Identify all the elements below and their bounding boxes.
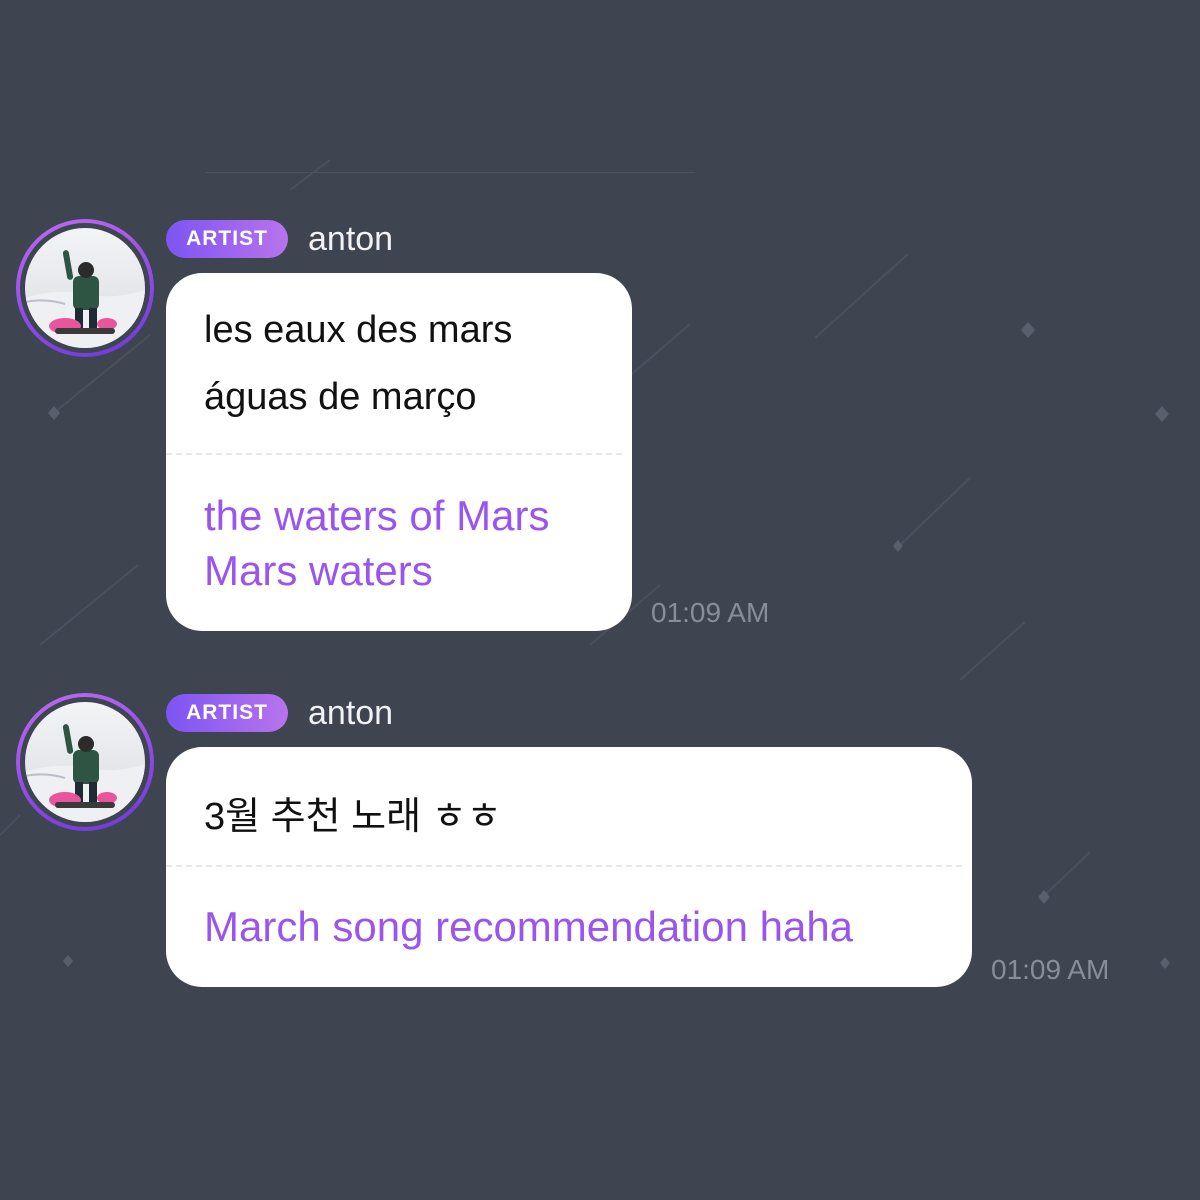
translated-text-line: Mars waters	[204, 547, 433, 594]
artist-badge: ARTIST	[166, 694, 288, 732]
original-text-line: águas de março	[204, 376, 477, 418]
diamond-icon	[1021, 322, 1035, 338]
message-bubble[interactable]: les eaux des mars águas de março the wat…	[166, 273, 632, 631]
avatar[interactable]	[16, 693, 154, 831]
diamond-icon	[1038, 890, 1050, 904]
author-name[interactable]: anton	[308, 694, 393, 733]
avatar-photo	[25, 702, 145, 822]
diamond-icon	[48, 406, 60, 420]
translated-text-line: the waters of Mars	[204, 492, 550, 539]
artist-badge: ARTIST	[166, 220, 288, 258]
translation-divider	[166, 453, 622, 455]
avatar-photo	[25, 228, 145, 348]
message-timestamp: 01:09 AM	[651, 597, 770, 628]
diamond-icon	[63, 955, 73, 967]
message-timestamp: 01:09 AM	[991, 954, 1110, 985]
avatar[interactable]	[16, 219, 154, 357]
diamond-icon	[1155, 406, 1169, 422]
diamond-icon	[1160, 957, 1170, 969]
original-text-line: les eaux des mars	[204, 309, 513, 351]
translated-text-line: March song recommendation haha	[204, 903, 854, 950]
message-bubble[interactable]: 3월 추천 노래 ㅎㅎ March song recommendation ha…	[166, 747, 972, 987]
diamond-icon	[893, 540, 903, 552]
original-text-line: 3월 추천 노래 ㅎㅎ	[204, 796, 502, 838]
author-name[interactable]: anton	[308, 220, 393, 259]
section-divider	[205, 172, 695, 173]
translation-divider	[166, 865, 962, 867]
